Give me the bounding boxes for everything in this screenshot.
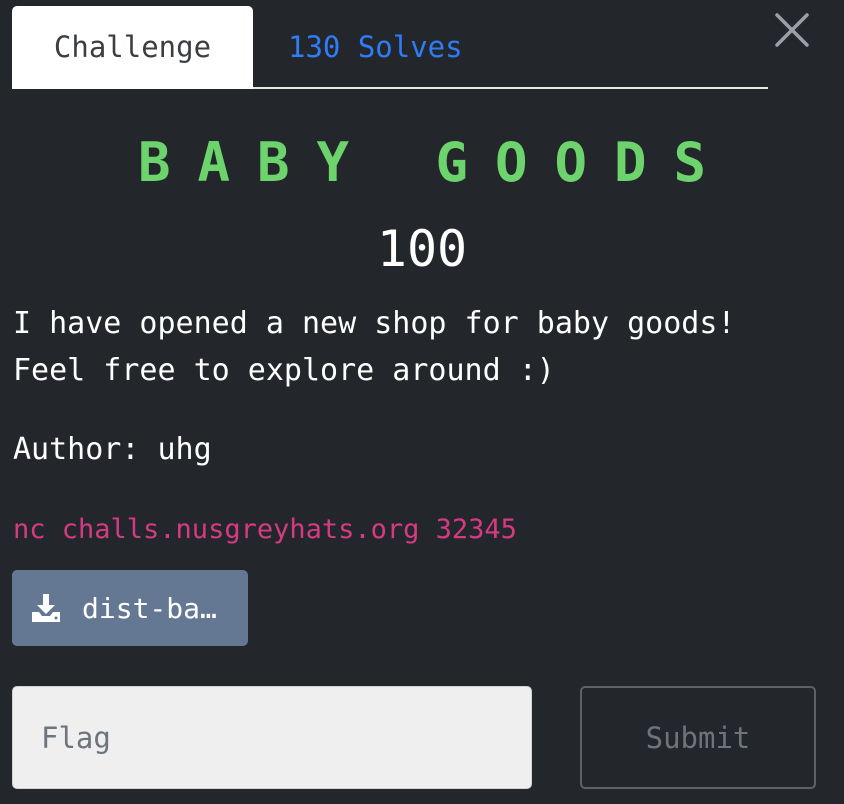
tab-solves[interactable]: 130 Solves (288, 6, 463, 89)
close-icon (775, 13, 809, 47)
download-icon (32, 594, 60, 622)
challenge-value: 100 (376, 220, 468, 278)
challenge-tabs: Challenge 130 Solves (12, 6, 768, 89)
description-line: Feel free to explore around :) (13, 353, 555, 388)
close-button[interactable] (772, 10, 812, 50)
submit-button[interactable]: Submit (580, 686, 816, 789)
file-name-label: dist-ba… (82, 591, 217, 625)
challenge-author: Author: uhg (13, 432, 212, 467)
tab-challenge[interactable]: Challenge (12, 6, 253, 89)
challenge-name: BABY GOODS (137, 131, 734, 194)
download-file-button[interactable]: dist-ba… (12, 570, 248, 646)
description-line: I have opened a new shop for baby goods! (13, 306, 736, 341)
connection-info: nc challs.nusgreyhats.org 32345 (13, 514, 517, 545)
flag-input[interactable] (12, 686, 532, 789)
challenge-description: I have opened a new shop for baby goods!… (13, 300, 833, 394)
